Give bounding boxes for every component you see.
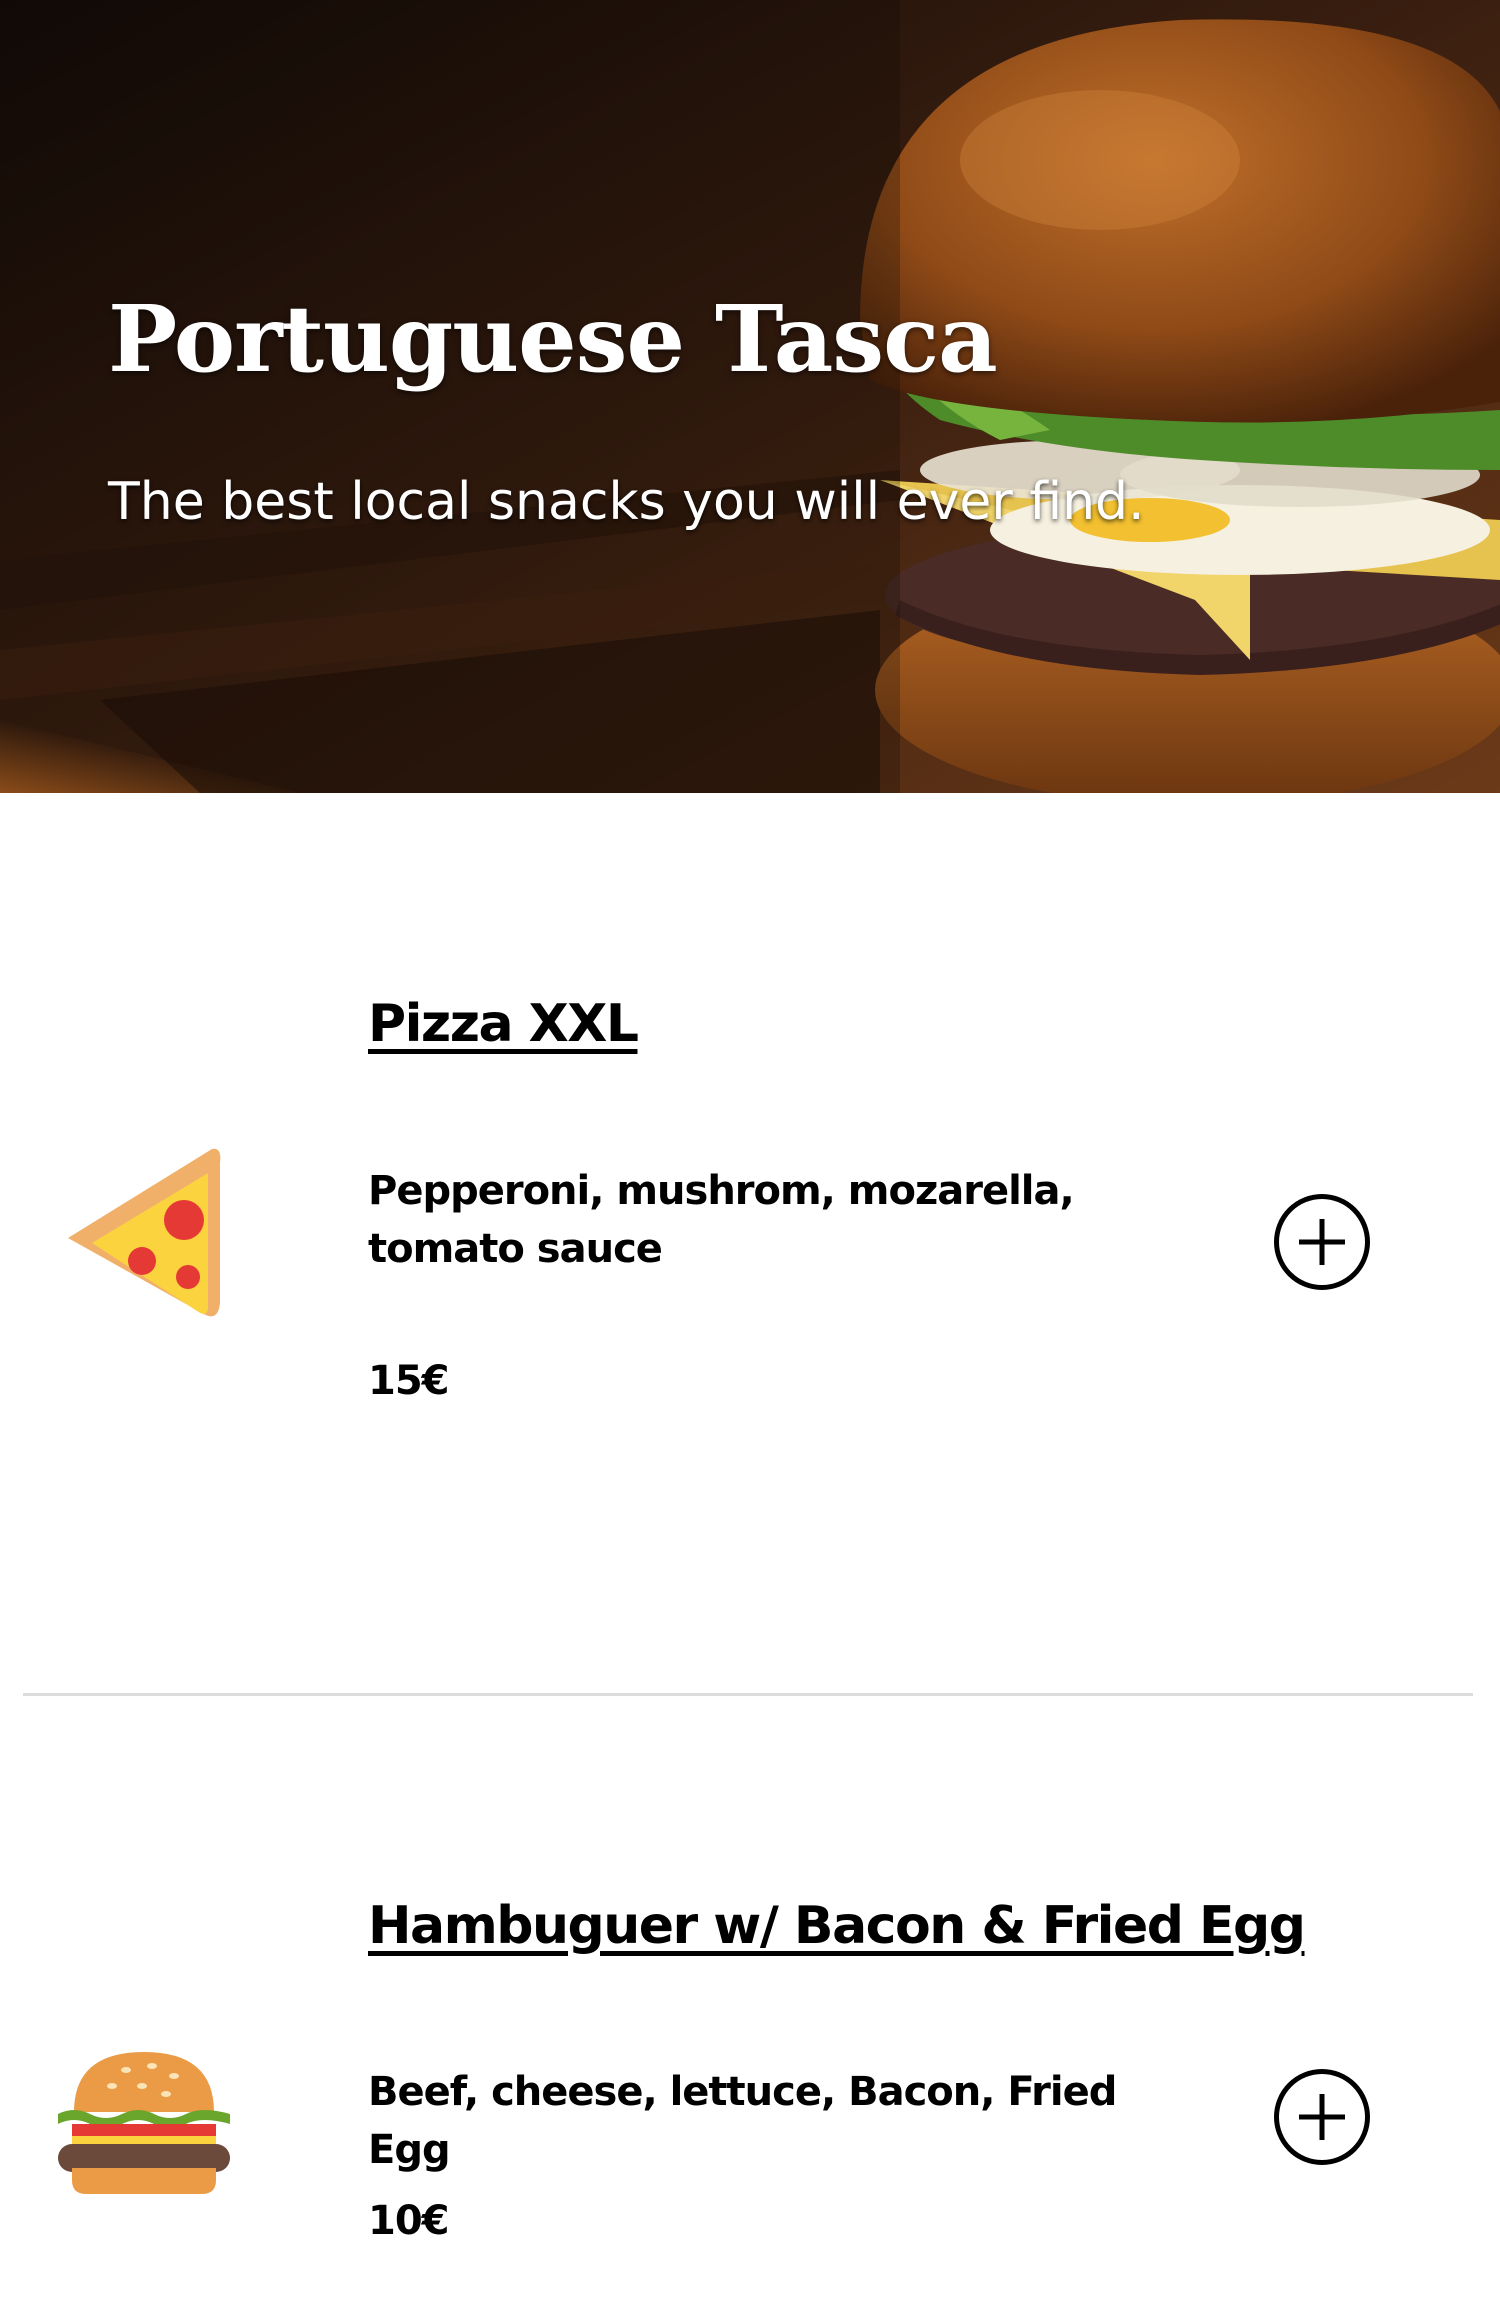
page-title: Portuguese Tasca xyxy=(108,285,998,393)
item-price: 10€ xyxy=(368,2198,449,2244)
plus-circle-icon xyxy=(1299,1219,1345,1265)
item-name[interactable]: Pizza XXL xyxy=(368,994,639,1054)
plus-circle-icon xyxy=(1299,2094,1345,2140)
item-price: 15€ xyxy=(368,1358,449,1404)
item-divider xyxy=(23,1693,1473,1696)
page-subtitle: The best local snacks you will ever find… xyxy=(108,472,1145,532)
hero-banner: Portuguese Tasca The best local snacks y… xyxy=(0,0,1500,793)
item-description: Beef, cheese, lettuce, Bacon, Fried Egg xyxy=(368,2069,1117,2173)
pizza-slice-icon xyxy=(62,1143,224,1321)
add-to-cart-button[interactable] xyxy=(1274,1194,1370,1290)
burger-hero-image xyxy=(0,0,1500,793)
page: Portuguese Tasca The best local snacks y… xyxy=(0,0,1500,2306)
item-description: Pepperoni, mushrom, mozarella, tomato sa… xyxy=(368,1168,1075,1272)
hamburger-icon xyxy=(54,2052,234,2194)
add-to-cart-button[interactable] xyxy=(1274,2069,1370,2165)
item-name[interactable]: Hambuguer w/ Bacon & Fried Egg xyxy=(368,1896,1306,1956)
